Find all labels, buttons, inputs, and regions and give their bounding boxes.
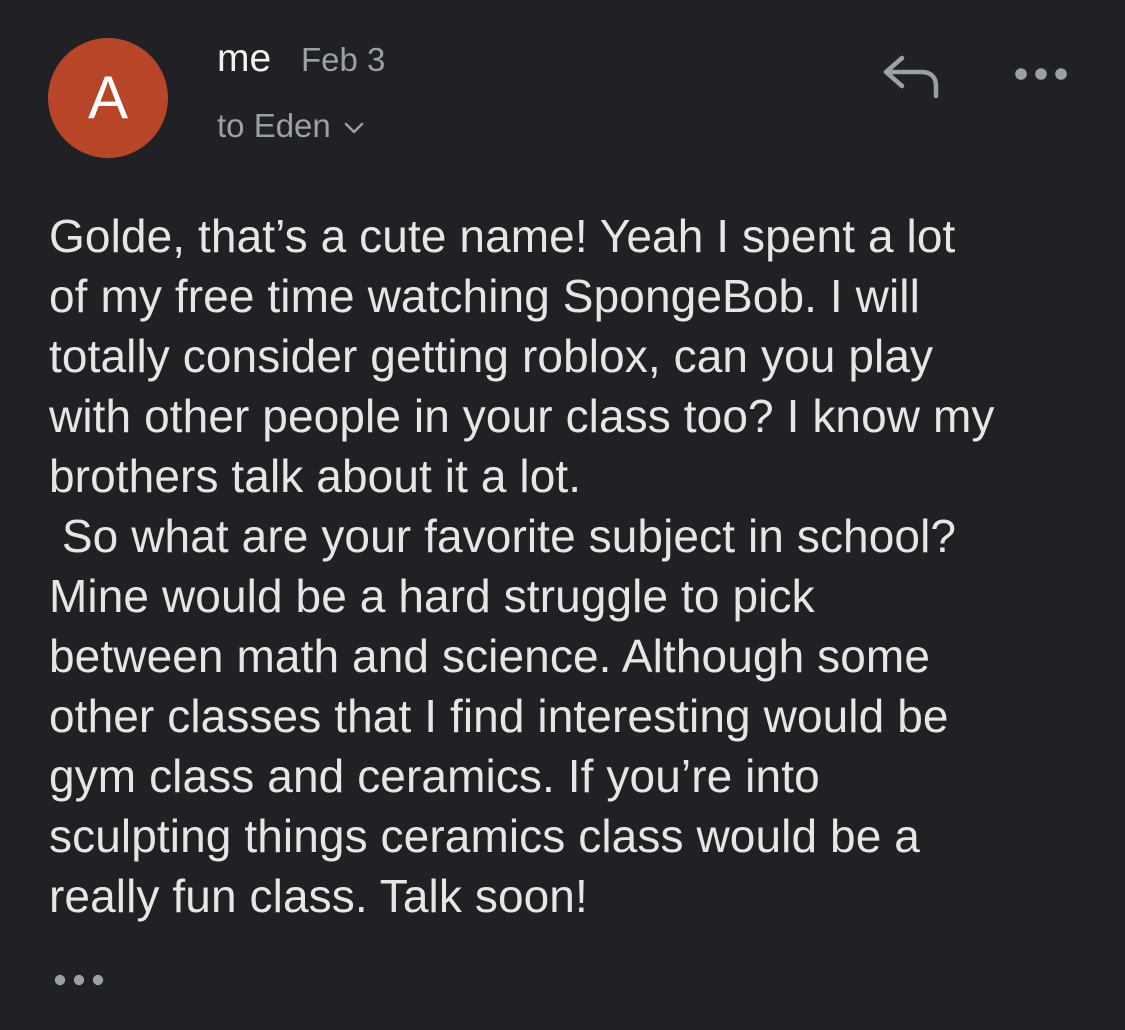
message-line: gym class and ceramics. If you’re into (49, 750, 820, 802)
avatar[interactable]: A (48, 38, 168, 158)
chevron-down-icon (344, 122, 364, 134)
more-options-button[interactable] (1004, 52, 1078, 96)
reply-arrow-icon (883, 55, 939, 99)
recipient-label: to Eden (217, 107, 331, 144)
message-line: other classes that I find interesting wo… (49, 690, 949, 742)
reply-button[interactable] (873, 46, 947, 104)
message-line: really fun class. Talk soon! (49, 870, 588, 922)
message-line: So what are your favorite subject in sch… (49, 510, 957, 562)
message-line: Mine would be a hard struggle to pick (49, 570, 815, 622)
message-line: totally consider getting roblox, can you… (49, 330, 934, 382)
message-line: brothers talk about it a lot. (49, 450, 582, 502)
show-trimmed-content-button[interactable] (48, 965, 110, 995)
more-horizontal-icon (1015, 68, 1067, 80)
sender-name: me (217, 37, 272, 80)
message-line: with other people in your class too? I k… (49, 390, 995, 442)
avatar-letter: A (87, 64, 129, 131)
message-line: Golde, that’s a cute name! Yeah I spent … (49, 210, 956, 262)
message-date: Feb 3 (301, 41, 386, 78)
ellipsis-icon (54, 974, 104, 986)
message-body: Golde, that’s a cute name! Yeah I spent … (49, 206, 1089, 926)
message-line: between math and science. Although some (49, 630, 931, 682)
message-line: of my free time watching SpongeBob. I wi… (49, 270, 920, 322)
recipient-toggle[interactable]: to Eden (217, 106, 365, 146)
message-line: sculpting things ceramics class would be… (49, 810, 920, 862)
